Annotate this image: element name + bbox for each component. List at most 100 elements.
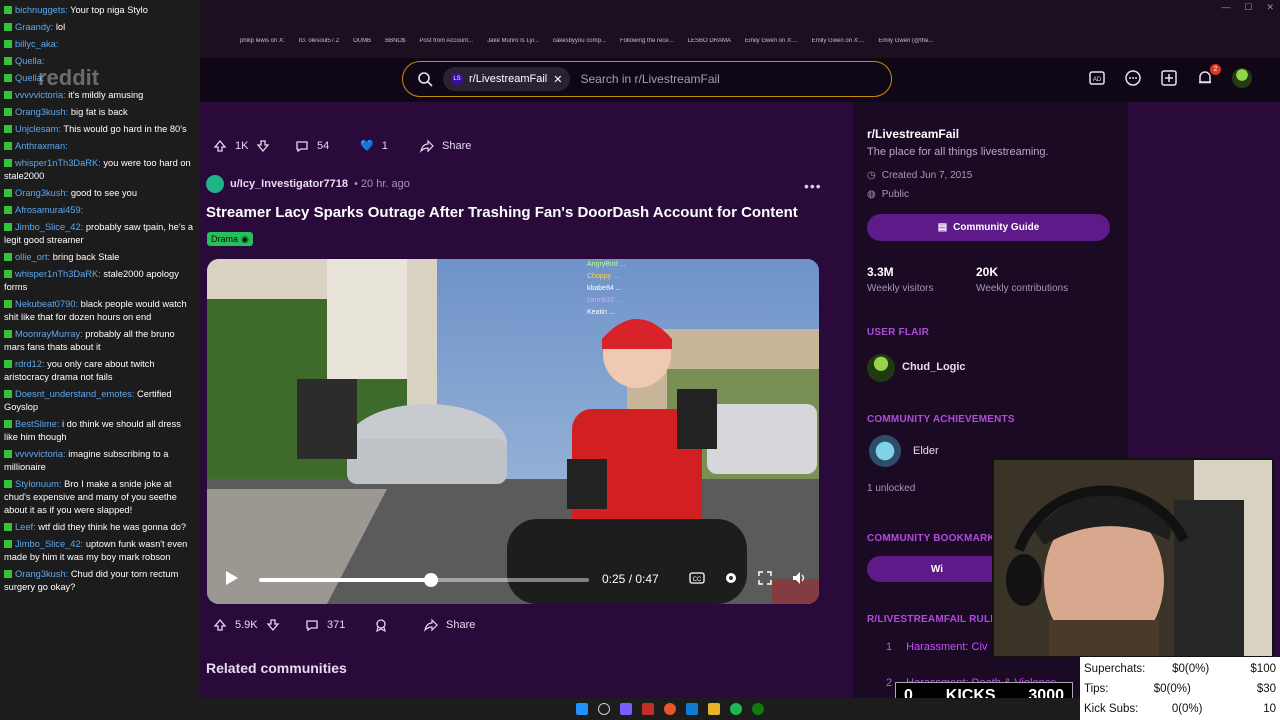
search-icon[interactable] xyxy=(598,703,610,715)
rule-item[interactable]: 1 Harassment: Civ xyxy=(886,641,987,653)
chat-username[interactable]: vvvvvictoria: xyxy=(15,90,66,100)
upvote-icon[interactable] xyxy=(213,139,227,153)
chat-username[interactable]: MoonrayMurray: xyxy=(15,329,83,339)
chat-message: Unjclesam: This would go hard in the 80'… xyxy=(4,123,196,136)
play-icon[interactable] xyxy=(221,568,241,588)
downvote-icon[interactable] xyxy=(266,618,280,632)
post-author-avatar[interactable] xyxy=(206,175,224,193)
bookmark-item[interactable]: philip lewis on X: xyxy=(240,38,285,54)
upvote-icon[interactable] xyxy=(213,618,227,632)
achievements-unlocked[interactable]: 1 unlocked xyxy=(867,483,915,494)
chat-username[interactable]: Doesnt_understand_emotes: xyxy=(15,389,134,399)
post-title[interactable]: Streamer Lacy Sparks Outrage After Trash… xyxy=(206,204,826,221)
bookmark-item[interactable]: IG: olesoul57.2 xyxy=(299,38,339,54)
chat-username[interactable]: bichnuggets: xyxy=(15,5,68,15)
chat-username[interactable]: Nekubeat0790: xyxy=(15,299,78,309)
discord-icon[interactable] xyxy=(620,703,632,715)
chat-username[interactable]: Jimbo_Slice_42: xyxy=(15,222,83,232)
search-input[interactable] xyxy=(580,72,861,86)
bookmark-button[interactable]: Wi xyxy=(867,556,1007,582)
chat-username[interactable]: Stylonuum: xyxy=(15,479,62,489)
chat-username[interactable]: rdrd12: xyxy=(15,359,44,369)
chat-username[interactable]: Graandy: xyxy=(15,22,53,32)
close-icon[interactable]: ✕ xyxy=(553,73,562,86)
chat-username[interactable]: ollie_ort: xyxy=(15,252,50,262)
chat-username[interactable]: billyc_aka: xyxy=(15,39,58,49)
prev-awards-button[interactable]: 💙 1 xyxy=(360,139,388,153)
downvote-icon[interactable] xyxy=(256,139,270,153)
obs-icon[interactable] xyxy=(642,703,654,715)
more-options-icon[interactable]: ••• xyxy=(804,178,822,194)
bookmark-item[interactable]: Jake Munro Is Lyi... xyxy=(487,38,539,54)
chat-username[interactable]: Afrosamurai459: xyxy=(15,205,83,215)
achievement-name[interactable]: Elder xyxy=(913,445,939,457)
chat-username[interactable]: whisper1nTh3DaRK: xyxy=(15,158,101,168)
search-bar[interactable]: LS r/LivestreamFail ✕ xyxy=(402,61,892,97)
chat-text: big fat is back xyxy=(70,107,128,117)
chrome-icon[interactable] xyxy=(664,703,676,715)
chat-username[interactable]: Leef: xyxy=(15,522,36,532)
chat-username[interactable]: Anthraxman: xyxy=(15,141,68,151)
chat-message: vvvvvictoria: it's mildly amusing xyxy=(4,89,196,102)
video-progress-handle[interactable] xyxy=(423,573,438,587)
share-button[interactable]: Share xyxy=(424,618,475,632)
comments-button[interactable]: 371 xyxy=(305,618,345,632)
bookmark-item[interactable]: cakesbyyou comp... xyxy=(553,38,606,54)
prev-comments-button[interactable]: 54 xyxy=(295,139,329,153)
video-control-icons: CC xyxy=(689,570,807,586)
bookmark-item[interactable]: Emily Gwen on X:... xyxy=(745,38,798,54)
kick-badge-icon xyxy=(4,253,12,261)
bookmark-item[interactable]: Emily Gwen on X:... xyxy=(812,38,865,54)
chat-username[interactable]: BestSlime: xyxy=(15,419,59,429)
minimize-icon[interactable]: — xyxy=(1221,2,1230,13)
windows-start-icon[interactable] xyxy=(576,703,588,715)
chat-username[interactable]: Unjclesam: xyxy=(15,124,61,134)
maximize-icon[interactable]: ☐ xyxy=(1244,2,1252,13)
chat-icon[interactable] xyxy=(1124,69,1142,87)
bookmark-item[interactable]: Emily Gwen (@the... xyxy=(878,38,933,54)
user-avatar[interactable] xyxy=(1232,68,1252,88)
prev-share-button[interactable]: Share xyxy=(420,139,471,153)
chat-username[interactable]: Orang3kush: xyxy=(15,188,68,198)
user-flair-avatar[interactable] xyxy=(867,354,895,382)
close-icon[interactable]: ✕ xyxy=(1266,2,1274,13)
captions-icon[interactable]: CC xyxy=(689,570,705,586)
bookmark-item[interactable]: LESBO DRAMA xyxy=(688,38,731,54)
community-title[interactable]: r/LivestreamFail xyxy=(867,127,959,141)
fullscreen-icon[interactable] xyxy=(757,570,773,586)
folder-icon[interactable] xyxy=(708,703,720,715)
video-player[interactable]: AngryBird ... Choppy ... kbabe84 ... car… xyxy=(207,259,819,604)
post-author[interactable]: u/Icy_Investigator7718 xyxy=(230,178,348,190)
post-flair[interactable]: Drama ◉ xyxy=(207,232,253,246)
chat-username[interactable]: whisper1nTh3DaRK: xyxy=(15,269,101,279)
kick-badge-icon xyxy=(4,40,12,48)
notifications-button[interactable]: 2 xyxy=(1196,64,1221,87)
chat-username[interactable]: Orang3kush: xyxy=(15,569,68,579)
community-created: ◷ Created Jun 7, 2015 xyxy=(867,170,973,181)
video-progress-bar[interactable] xyxy=(259,573,589,587)
award-button[interactable] xyxy=(374,618,388,632)
store-icon[interactable] xyxy=(686,703,698,715)
create-post-icon[interactable] xyxy=(1160,69,1178,87)
chat-username[interactable]: vvvvvictoria: xyxy=(15,449,66,459)
bookmark-item[interactable]: OUMB xyxy=(353,38,371,54)
volume-icon[interactable] xyxy=(791,570,807,586)
video-frame xyxy=(207,259,819,604)
kick-badge-icon xyxy=(4,91,12,99)
chat-username[interactable]: Orang3kush: xyxy=(15,107,68,117)
bookmark-item[interactable]: Post from Account... xyxy=(419,38,473,54)
subreddit-chip[interactable]: LS r/LivestreamFail ✕ xyxy=(443,67,571,91)
reddit-logo[interactable]: reddit xyxy=(38,65,99,91)
bookmark-item[interactable]: BBNO$ xyxy=(385,38,405,54)
user-flair-name[interactable]: Chud_Logic xyxy=(902,361,966,373)
kick-badge-icon xyxy=(4,6,12,14)
settings-icon[interactable] xyxy=(723,570,739,586)
community-guide-button[interactable]: ▤ Community Guide xyxy=(867,214,1110,241)
bookmark-item[interactable]: Following the rece... xyxy=(620,38,674,54)
bookmarks-bar: philip lewis on X: IG: olesoul57.2 OUMB BBN… xyxy=(200,38,1280,54)
xbox-icon[interactable] xyxy=(752,703,764,715)
spotify-icon[interactable] xyxy=(730,703,742,715)
elder-achievement-icon[interactable] xyxy=(869,435,901,467)
chat-username[interactable]: Jimbo_Slice_42: xyxy=(15,539,83,549)
advertise-icon[interactable]: AD xyxy=(1088,69,1106,87)
